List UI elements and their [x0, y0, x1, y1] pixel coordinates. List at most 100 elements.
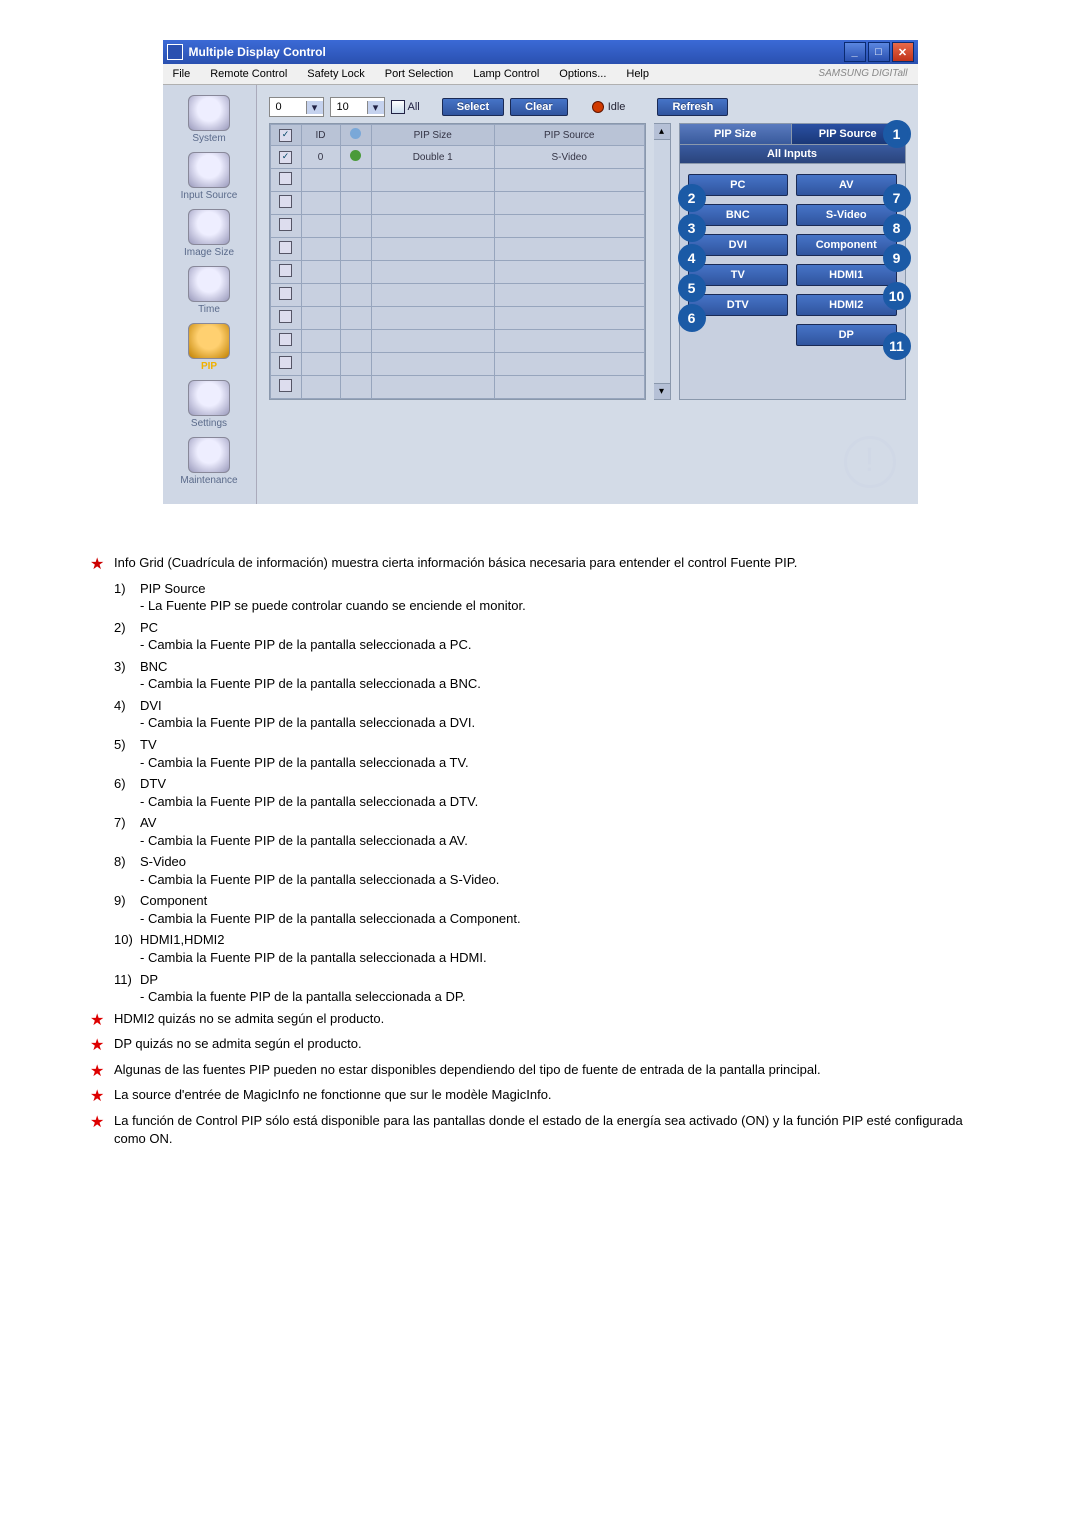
col-pip-size: PIP Size: [371, 125, 494, 146]
row-checkbox[interactable]: [279, 218, 292, 231]
sidebar-image-size[interactable]: Image Size: [163, 209, 256, 258]
list-number: 4): [114, 697, 140, 732]
note-text: DP quizás no se admita según el producto…: [114, 1035, 990, 1053]
list-item: BNC- Cambia la Fuente PIP de la pantalla…: [140, 658, 990, 693]
cell-id: 0: [301, 146, 340, 169]
chevron-down-icon: ▾: [306, 101, 323, 114]
menu-port-selection[interactable]: Port Selection: [375, 64, 463, 84]
source-hdmi2-button[interactable]: HDMI2: [796, 294, 897, 316]
row-checkbox[interactable]: [279, 172, 292, 185]
maintenance-icon: [188, 437, 230, 473]
callout-11: 11: [883, 332, 911, 360]
sidebar-system[interactable]: System: [163, 95, 256, 144]
pip-icon: [188, 323, 230, 359]
range-end-combo[interactable]: 10▾: [330, 97, 385, 117]
col-pip-source: PIP Source: [494, 125, 644, 146]
callout-2: 2: [678, 184, 706, 212]
status-header-icon: [350, 128, 361, 139]
scroll-down-icon[interactable]: ▾: [654, 383, 670, 399]
sidebar-pip[interactable]: PIP: [163, 323, 256, 372]
refresh-button[interactable]: Refresh: [657, 98, 728, 116]
star-icon: ★: [90, 1086, 114, 1108]
row-checkbox[interactable]: [279, 379, 292, 392]
all-checkbox[interactable]: All: [391, 100, 420, 114]
row-checkbox[interactable]: [279, 333, 292, 346]
note-text: La source d'entrée de MagicInfo ne fonct…: [114, 1086, 990, 1104]
brand-label: SAMSUNG DIGITall: [808, 64, 917, 84]
list-item: PC- Cambia la Fuente PIP de la pantalla …: [140, 619, 990, 654]
settings-icon: [188, 380, 230, 416]
status-dot-icon: [592, 101, 604, 113]
clear-button[interactable]: Clear: [510, 98, 568, 116]
maximize-button[interactable]: □: [868, 42, 890, 62]
callout-8: 8: [883, 214, 911, 242]
callout-6: 6: [678, 304, 706, 332]
list-number: 3): [114, 658, 140, 693]
list-number: 8): [114, 853, 140, 888]
star-icon: ★: [90, 1112, 114, 1134]
row-checkbox[interactable]: [279, 287, 292, 300]
callout-9: 9: [883, 244, 911, 272]
source-dp-button[interactable]: DP: [796, 324, 897, 346]
star-icon: ★: [90, 1035, 114, 1057]
status-ok-icon: [350, 150, 361, 161]
menu-remote-control[interactable]: Remote Control: [200, 64, 297, 84]
cell-pip-size: Double 1: [371, 146, 494, 169]
pip-source-panel: PIP Size PIP Source All Inputs PC BNC DV…: [679, 123, 906, 400]
minimize-button[interactable]: _: [844, 42, 866, 62]
list-number: 6): [114, 775, 140, 810]
cell-pip-source: S-Video: [494, 146, 644, 169]
sidebar: System Input Source Image Size Time PIP …: [163, 85, 257, 504]
sidebar-settings[interactable]: Settings: [163, 380, 256, 429]
callout-5: 5: [678, 274, 706, 302]
list-item: TV- Cambia la Fuente PIP de la pantalla …: [140, 736, 990, 771]
list-number: 10): [114, 931, 140, 966]
callout-4: 4: [678, 244, 706, 272]
menu-lamp-control[interactable]: Lamp Control: [463, 64, 549, 84]
range-start-combo[interactable]: 0▾: [269, 97, 324, 117]
row-checkbox[interactable]: [279, 264, 292, 277]
list-item: AV- Cambia la Fuente PIP de la pantalla …: [140, 814, 990, 849]
row-checkbox[interactable]: [279, 241, 292, 254]
sidebar-time[interactable]: Time: [163, 266, 256, 315]
sidebar-input-source[interactable]: Input Source: [163, 152, 256, 201]
source-component-button[interactable]: Component: [796, 234, 897, 256]
list-item: PIP Source- La Fuente PIP se puede contr…: [140, 580, 990, 615]
select-button[interactable]: Select: [442, 98, 504, 116]
sidebar-maintenance[interactable]: Maintenance: [163, 437, 256, 486]
table-row[interactable]: 0 Double 1 S-Video: [270, 146, 644, 169]
menu-help[interactable]: Help: [616, 64, 659, 84]
menu-file[interactable]: File: [163, 64, 201, 84]
star-icon: ★: [90, 554, 114, 576]
grid-scrollbar[interactable]: ▴ ▾: [654, 123, 671, 400]
source-hdmi1-button[interactable]: HDMI1: [796, 264, 897, 286]
system-icon: [188, 95, 230, 131]
idle-status: Idle: [592, 101, 626, 113]
alert-icon: !: [844, 436, 896, 488]
row-checkbox[interactable]: [279, 151, 292, 164]
row-checkbox[interactable]: [279, 310, 292, 323]
star-icon: ★: [90, 1061, 114, 1083]
note-text: HDMI2 quizás no se admita según el produ…: [114, 1010, 990, 1028]
list-item: HDMI1,HDMI2- Cambia la Fuente PIP de la …: [140, 931, 990, 966]
tab-pip-size[interactable]: PIP Size: [680, 124, 793, 144]
checkbox-icon: [391, 100, 405, 114]
app-window: Multiple Display Control _ □ ✕ File Remo…: [163, 40, 918, 504]
list-number: 7): [114, 814, 140, 849]
all-inputs-label: All Inputs: [680, 145, 905, 164]
source-av-button[interactable]: AV: [796, 174, 897, 196]
source-svideo-button[interactable]: S-Video: [796, 204, 897, 226]
list-number: 1): [114, 580, 140, 615]
scroll-up-icon[interactable]: ▴: [654, 124, 670, 140]
callout-3: 3: [678, 214, 706, 242]
row-checkbox[interactable]: [279, 356, 292, 369]
menu-options[interactable]: Options...: [549, 64, 616, 84]
row-checkbox[interactable]: [279, 195, 292, 208]
list-number: 9): [114, 892, 140, 927]
header-checkbox[interactable]: [279, 129, 292, 142]
intro-text: Info Grid (Cuadrícula de información) mu…: [114, 554, 990, 576]
close-button[interactable]: ✕: [892, 42, 914, 62]
menubar: File Remote Control Safety Lock Port Sel…: [163, 64, 918, 85]
menu-safety-lock[interactable]: Safety Lock: [297, 64, 374, 84]
list-item: Component- Cambia la Fuente PIP de la pa…: [140, 892, 990, 927]
